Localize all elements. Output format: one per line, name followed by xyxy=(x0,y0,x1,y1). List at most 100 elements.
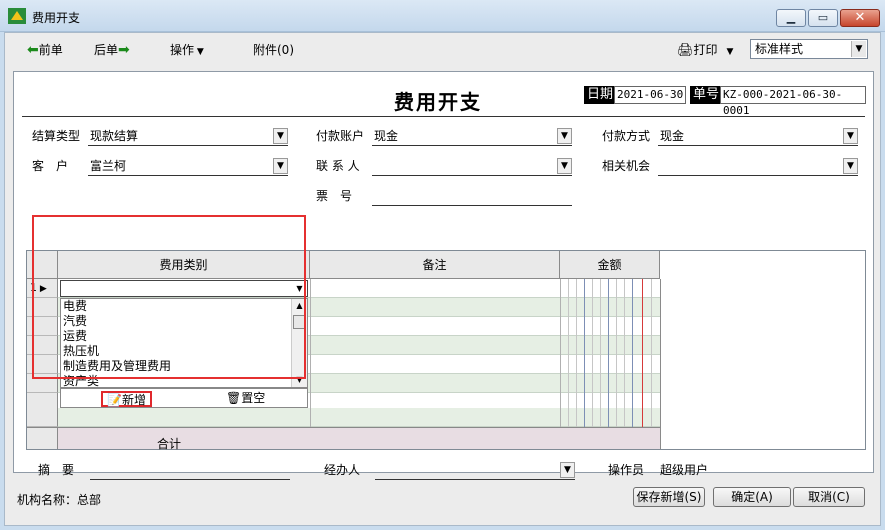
summary-input[interactable] xyxy=(90,462,290,480)
next-button[interactable]: 后单➡ xyxy=(94,41,130,59)
operator-value: 超级用户 xyxy=(660,463,709,477)
contact-select[interactable]: ▼ xyxy=(372,158,572,176)
summary-label: 摘 要 xyxy=(38,463,75,477)
handler-label: 经办人 xyxy=(324,463,361,477)
amount-digit-line xyxy=(576,279,577,449)
contact-label: 联 系 人 xyxy=(316,159,360,173)
column-divider xyxy=(660,279,661,449)
arrow-left-icon: ⬅ xyxy=(27,42,39,58)
ticket-input[interactable] xyxy=(372,188,572,206)
operations-menu[interactable]: 操作 ▼ xyxy=(170,41,204,59)
grid-corner xyxy=(27,251,58,279)
operator-label: 操作员 xyxy=(608,463,645,477)
chevron-down-icon: ▼ xyxy=(851,41,866,57)
print-button[interactable]: 🖨打印 ▼ xyxy=(677,41,733,59)
scroll-up-icon[interactable]: ▲ xyxy=(292,299,307,313)
col-header-amount[interactable]: 金额 xyxy=(560,251,660,279)
pay-account-select[interactable]: 现金 ▼ xyxy=(372,128,572,146)
chevron-down-icon: ▼ xyxy=(843,158,858,174)
maximize-icon: ▭ xyxy=(817,11,829,24)
dropdown-footer: 📝新增 🗑置空 xyxy=(60,388,308,408)
list-item[interactable]: 资产类 xyxy=(61,374,307,387)
col-header-category[interactable]: 费用类别 xyxy=(58,251,310,279)
expense-grid: 费用类别 备注 金额 1 ▶ 合计 ▼ 电费 汽费 运费 热压机 制造费用及管理… xyxy=(26,250,866,451)
current-row-icon: ▶ xyxy=(37,284,47,294)
settle-type-select[interactable]: 现款结算 ▼ xyxy=(88,128,288,146)
list-item[interactable]: 电费 xyxy=(61,299,307,314)
arrow-right-icon: ➡ xyxy=(118,42,130,58)
opportunity-label: 相关机会 xyxy=(602,159,651,173)
chevron-down-icon: ▼ xyxy=(557,158,572,174)
attachments-button[interactable]: 附件(0) xyxy=(253,41,294,59)
list-item[interactable]: 汽费 xyxy=(61,314,307,329)
cancel-button[interactable]: 取消(C) xyxy=(793,487,865,507)
amount-digit-line xyxy=(584,279,585,449)
row-header[interactable] xyxy=(27,408,58,427)
chevron-down-icon: ▼ xyxy=(560,462,575,478)
close-icon: ✕ xyxy=(854,10,866,25)
amount-digit-line xyxy=(592,279,593,449)
org-label: 机构名称：总部 xyxy=(17,493,102,507)
ticket-label: 票 号 xyxy=(316,189,353,203)
date-label: 日期 xyxy=(584,86,617,104)
print-style-select[interactable]: 标准样式 ▼ xyxy=(750,39,868,59)
clear-category-button[interactable]: 🗑置空 xyxy=(226,391,265,407)
customer-label: 客 户 xyxy=(32,159,69,173)
category-combo[interactable]: ▼ xyxy=(60,280,308,297)
scroll-down-icon[interactable]: ▼ xyxy=(292,373,307,387)
table-row[interactable] xyxy=(27,408,660,427)
caret-down-icon: ▼ xyxy=(194,47,204,57)
opportunity-select[interactable]: ▼ xyxy=(658,158,858,176)
amount-digit-line xyxy=(616,279,617,449)
amount-digit-line xyxy=(624,279,625,449)
row-header[interactable] xyxy=(27,336,58,355)
pay-account-label: 付款账户 xyxy=(316,129,365,143)
row-header[interactable] xyxy=(27,317,58,336)
customer-select[interactable]: 富兰柯 ▼ xyxy=(88,158,288,176)
list-item[interactable]: 热压机 xyxy=(61,344,307,359)
total-label: 合计 xyxy=(157,437,182,451)
doc-no-field[interactable]: KZ-000-2021-06-30-0001 xyxy=(720,86,866,117)
toolbar: ⬅前单 后单➡ 操作 ▼ 附件(0) 🖨打印 ▼ 标准样式 ▼ xyxy=(5,33,880,65)
form-panel: 费用开支 日期 2021-06-30 单号 KZ-000-2021-06-30-… xyxy=(13,71,874,480)
maximize-button[interactable]: ▭ xyxy=(808,9,838,27)
caret-down-icon: ▼ xyxy=(717,47,734,57)
header-divider xyxy=(22,116,865,117)
minimize-button[interactable]: ▁ xyxy=(776,9,806,27)
row-header[interactable] xyxy=(27,374,58,393)
list-item[interactable]: 制造费用及管理费用 xyxy=(61,359,307,374)
page-title: 费用开支 xyxy=(394,90,482,114)
add-category-button[interactable]: 📝新增 xyxy=(101,391,152,407)
column-divider xyxy=(560,279,561,449)
list-item[interactable]: 运费 xyxy=(61,329,307,344)
window-body: ⬅前单 后单➡ 操作 ▼ 附件(0) 🖨打印 ▼ 标准样式 ▼ 费用开支 日期 … xyxy=(4,32,881,526)
pay-method-label: 付款方式 xyxy=(602,129,651,143)
date-field[interactable]: 2021-06-30 xyxy=(614,86,686,104)
category-dropdown-list: 电费 汽费 运费 热压机 制造费用及管理费用 资产类 ▲ ▼ xyxy=(60,298,308,388)
row-header[interactable]: 1 ▶ xyxy=(27,279,58,298)
doc-no-label: 单号 xyxy=(690,86,723,104)
col-header-note[interactable]: 备注 xyxy=(310,251,560,279)
row-header[interactable] xyxy=(27,355,58,374)
chevron-down-icon[interactable]: ▼ xyxy=(293,282,306,295)
dropdown-scrollbar[interactable]: ▲ ▼ xyxy=(291,299,307,387)
add-icon: 📝 xyxy=(107,393,122,407)
printer-icon: 🖨 xyxy=(677,43,694,58)
minimize-icon: ▁ xyxy=(786,11,796,24)
ok-button[interactable]: 确定(A) xyxy=(713,487,791,507)
amount-digit-line xyxy=(568,279,569,449)
amount-digit-line xyxy=(651,279,652,449)
save-new-button[interactable]: 保存新增(S) xyxy=(633,487,705,507)
amount-digit-line xyxy=(600,279,601,449)
window-title: 费用开支 xyxy=(32,11,81,25)
close-button[interactable]: ✕ xyxy=(840,9,880,27)
app-logo-icon xyxy=(8,8,26,24)
amount-digit-line xyxy=(608,279,609,449)
prev-button[interactable]: ⬅前单 xyxy=(27,41,63,59)
pay-method-select[interactable]: 现金 ▼ xyxy=(658,128,858,146)
amount-decimal-line xyxy=(642,279,643,449)
scroll-thumb[interactable] xyxy=(293,315,306,329)
row-header[interactable] xyxy=(27,298,58,317)
column-divider xyxy=(310,279,311,449)
handler-select[interactable]: ▼ xyxy=(375,462,575,480)
